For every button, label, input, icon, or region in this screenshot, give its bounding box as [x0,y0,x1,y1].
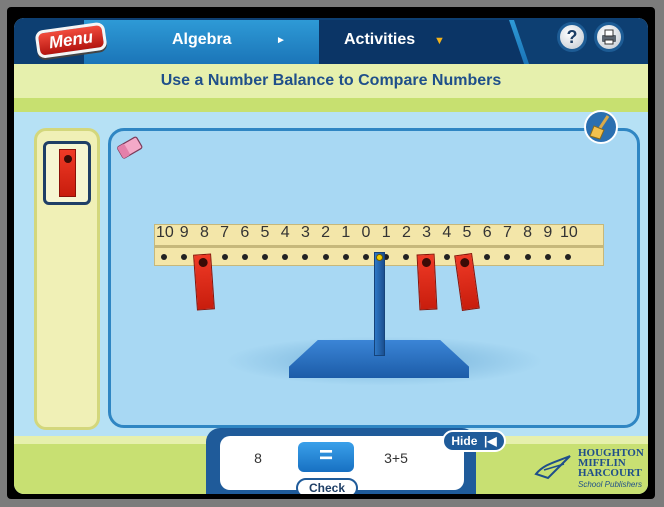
tab-algebra[interactable]: Algebra [172,31,232,49]
beam-number: 0 [361,224,371,241]
beam-number: 4 [280,224,290,241]
beam-number: 10 [156,224,174,241]
beam-peg[interactable] [302,254,309,260]
collapse-icon: |◀ [480,434,497,448]
beam-number: 6 [240,224,250,241]
hide-button-label: Hide [451,434,478,448]
balance-post [374,252,385,356]
publisher-logo: HOUGHTON MIFFLIN HARCOURT School Publish… [532,446,644,490]
beam-peg[interactable] [322,254,329,260]
beam-peg[interactable] [544,254,551,260]
broom-icon[interactable] [584,110,618,144]
menu-button-label: Menu [34,21,108,60]
beam-number: 3 [300,224,310,241]
logo-line-3: HARCOURT [578,467,642,479]
bird-logo-icon [534,455,571,480]
balance-pivot [376,254,383,261]
weight-tray [34,128,100,430]
beam-number: 8 [199,224,209,241]
beam-peg[interactable] [221,254,228,260]
beam-number: 1 [341,224,351,241]
beam-peg[interactable] [181,254,188,260]
print-button[interactable] [594,22,624,52]
dropdown-arrow-icon[interactable]: ▼ [434,35,445,47]
beam-peg[interactable] [443,254,450,260]
help-button[interactable]: ? [557,22,587,52]
beam-divider [155,245,603,248]
beam-number: 6 [482,224,492,241]
weight-hole [198,257,209,268]
beam-peg[interactable] [262,254,268,260]
page-title: Use a Number Balance to Compare Numbers [160,72,502,89]
beam-number: 8 [523,224,533,241]
printer-icon [602,29,616,45]
app-window: Menu Algebra ► Activities ▼ ? Use a Numb… [14,18,648,494]
beam-number: 9 [543,224,553,241]
weight-tile-source[interactable] [43,141,91,205]
right-side-value: 3+5 [384,450,408,466]
left-side-value: 8 [254,450,262,466]
beam-peg[interactable] [241,254,248,260]
beam-number: 7 [220,224,230,241]
broom-icon-graphic [589,115,610,140]
tile-hole [64,155,72,163]
beam-peg[interactable] [161,254,167,260]
beam-number: 4 [442,224,452,241]
eraser-icon[interactable] [113,132,147,164]
beam-peg[interactable] [504,254,511,260]
logo-subtitle: School Publishers [578,480,643,489]
operator-button[interactable]: = [298,442,354,472]
beam-number: 5 [462,224,472,241]
hide-button[interactable]: Hide |◀ [442,430,506,452]
beam-peg[interactable] [342,254,349,260]
beam-peg[interactable] [484,254,491,260]
beam-peg[interactable] [282,254,289,260]
tab-arrow-icon: ► [276,35,286,46]
beam-number: 7 [502,224,512,241]
check-button[interactable]: Check [296,478,358,494]
weight-hole [421,257,431,268]
red-weight-tile[interactable] [59,149,76,197]
subtitle-stripe [14,98,648,112]
beam-number: 9 [179,224,189,241]
beam-number: 2 [401,224,411,241]
beam-number: 5 [260,224,270,241]
beam-peg[interactable] [363,254,369,260]
tab-activities[interactable]: Activities [344,31,415,49]
beam-number: 10 [560,224,578,241]
beam-number: 3 [422,224,432,241]
beam-peg[interactable] [403,254,410,260]
beam-peg[interactable] [524,254,531,260]
beam-number: 1 [381,224,391,241]
right-weight-3[interactable] [416,253,438,311]
beam-peg[interactable] [565,254,571,260]
weight-hole [459,257,470,268]
beam-number: 2 [321,224,331,241]
